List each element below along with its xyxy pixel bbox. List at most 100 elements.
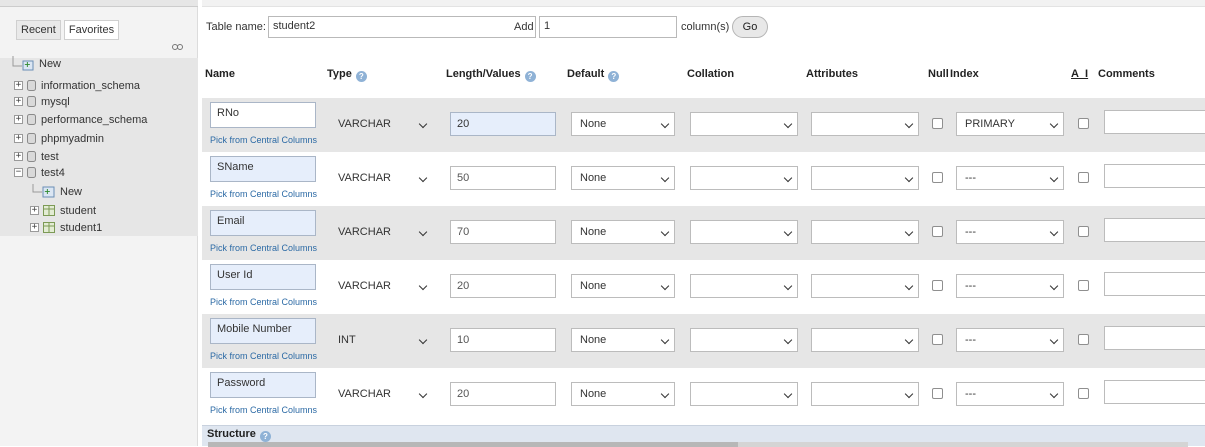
length-input[interactable]: 20	[450, 382, 556, 406]
link-icon[interactable]	[172, 44, 183, 50]
pick-central-columns-link[interactable]: Pick from Central Columns	[210, 297, 317, 307]
auto-increment-checkbox[interactable]	[1078, 172, 1089, 183]
database-icon	[27, 114, 36, 125]
pick-central-columns-link[interactable]: Pick from Central Columns	[210, 243, 317, 253]
default-select[interactable]: None	[571, 220, 675, 244]
null-checkbox[interactable]	[932, 118, 943, 129]
structure-section: Structure?	[202, 425, 1205, 447]
collation-select[interactable]	[690, 166, 798, 190]
default-select[interactable]: None	[571, 328, 675, 352]
pick-central-columns-link[interactable]: Pick from Central Columns	[210, 135, 317, 145]
collation-select[interactable]	[690, 112, 798, 136]
index-select[interactable]: PRIMARY	[956, 112, 1064, 136]
collation-select[interactable]	[690, 274, 798, 298]
collation-select[interactable]	[690, 382, 798, 406]
help-icon[interactable]: ?	[608, 71, 620, 82]
help-icon[interactable]: ?	[259, 431, 271, 442]
default-select[interactable]: None	[571, 112, 675, 136]
expand-icon[interactable]: +	[14, 97, 23, 106]
length-input[interactable]: 10	[450, 328, 556, 352]
pick-central-columns-link[interactable]: Pick from Central Columns	[210, 351, 317, 361]
pick-central-columns-link[interactable]: Pick from Central Columns	[210, 405, 317, 415]
pick-central-columns-link[interactable]: Pick from Central Columns	[210, 189, 317, 199]
expand-icon[interactable]: +	[30, 206, 39, 215]
index-select[interactable]: ---	[956, 328, 1064, 352]
expand-icon[interactable]: +	[14, 134, 23, 143]
length-input[interactable]: 20	[450, 112, 556, 136]
collapse-icon[interactable]: −	[14, 168, 23, 177]
comments-input[interactable]	[1104, 218, 1205, 242]
help-icon[interactable]: ?	[524, 71, 536, 82]
type-select[interactable]: VARCHAR	[329, 382, 433, 406]
type-select[interactable]: INT	[329, 328, 433, 352]
null-checkbox[interactable]	[932, 334, 943, 345]
collation-select[interactable]	[690, 328, 798, 352]
default-select[interactable]: None	[571, 274, 675, 298]
auto-increment-checkbox[interactable]	[1078, 226, 1089, 237]
index-select[interactable]: ---	[956, 220, 1064, 244]
attributes-select[interactable]	[811, 220, 919, 244]
structure-heading: Structure?	[207, 428, 271, 442]
column-name-input[interactable]: Mobile Number	[210, 318, 316, 344]
expand-icon[interactable]: +	[14, 115, 23, 124]
chevron-down-icon	[660, 389, 670, 399]
type-select[interactable]: VARCHAR	[329, 166, 433, 190]
index-select[interactable]: ---	[956, 382, 1064, 406]
add-label: Add	[514, 21, 534, 33]
attributes-select[interactable]	[811, 166, 919, 190]
tab-favorites[interactable]: Favorites	[63, 20, 120, 40]
table-name-input[interactable]: student2	[268, 16, 536, 38]
null-checkbox[interactable]	[932, 226, 943, 237]
index-select[interactable]: ---	[956, 166, 1064, 190]
auto-increment-checkbox[interactable]	[1078, 118, 1089, 129]
chevron-down-icon	[904, 281, 914, 291]
attributes-select[interactable]	[811, 382, 919, 406]
length-input[interactable]: 20	[450, 274, 556, 298]
type-select[interactable]: VARCHAR	[329, 220, 433, 244]
expand-icon[interactable]: +	[14, 152, 23, 161]
default-select[interactable]: None	[571, 166, 675, 190]
expand-icon[interactable]: +	[30, 223, 39, 232]
index-value: ---	[965, 172, 976, 184]
default-select[interactable]: None	[571, 382, 675, 406]
column-name-input[interactable]: SName	[210, 156, 316, 182]
auto-increment-checkbox[interactable]	[1078, 280, 1089, 291]
horizontal-scrollbar[interactable]	[208, 442, 1188, 447]
type-select[interactable]: VARCHAR	[329, 112, 433, 136]
help-icon[interactable]: ?	[355, 71, 367, 82]
chevron-down-icon	[660, 119, 670, 129]
tab-recent[interactable]: Recent	[16, 20, 61, 40]
column-row: RNo Pick from Central Columns VARCHAR 20…	[202, 98, 1205, 152]
index-select[interactable]: ---	[956, 274, 1064, 298]
default-value: None	[580, 226, 607, 238]
type-select[interactable]: VARCHAR	[329, 274, 433, 298]
comments-input[interactable]	[1104, 326, 1205, 350]
collation-select[interactable]	[690, 220, 798, 244]
length-input[interactable]: 50	[450, 166, 556, 190]
scrollbar-thumb[interactable]	[208, 442, 738, 447]
null-checkbox[interactable]	[932, 172, 943, 183]
auto-increment-checkbox[interactable]	[1078, 388, 1089, 399]
column-name-input[interactable]: User Id	[210, 264, 316, 290]
column-name-input[interactable]: RNo	[210, 102, 316, 128]
comments-input[interactable]	[1104, 164, 1205, 188]
go-button[interactable]: Go	[732, 16, 768, 38]
comments-input[interactable]	[1104, 380, 1205, 404]
attributes-select[interactable]	[811, 274, 919, 298]
comments-input[interactable]	[1104, 110, 1205, 134]
null-checkbox[interactable]	[932, 280, 943, 291]
attributes-select[interactable]	[811, 112, 919, 136]
attributes-select[interactable]	[811, 328, 919, 352]
expand-icon[interactable]: +	[14, 81, 23, 90]
null-checkbox[interactable]	[932, 388, 943, 399]
chevron-down-icon	[783, 227, 793, 237]
column-name-input[interactable]: Password	[210, 372, 316, 398]
new-db-icon: +	[12, 56, 34, 71]
auto-increment-checkbox[interactable]	[1078, 334, 1089, 345]
column-row: User Id Pick from Central Columns VARCHA…	[202, 260, 1205, 314]
column-name-input[interactable]: Email	[210, 210, 316, 236]
comments-input[interactable]	[1104, 272, 1205, 296]
add-columns-input[interactable]: 1	[539, 16, 677, 38]
length-input[interactable]: 70	[450, 220, 556, 244]
header-auto-increment: A_I	[1071, 68, 1088, 80]
